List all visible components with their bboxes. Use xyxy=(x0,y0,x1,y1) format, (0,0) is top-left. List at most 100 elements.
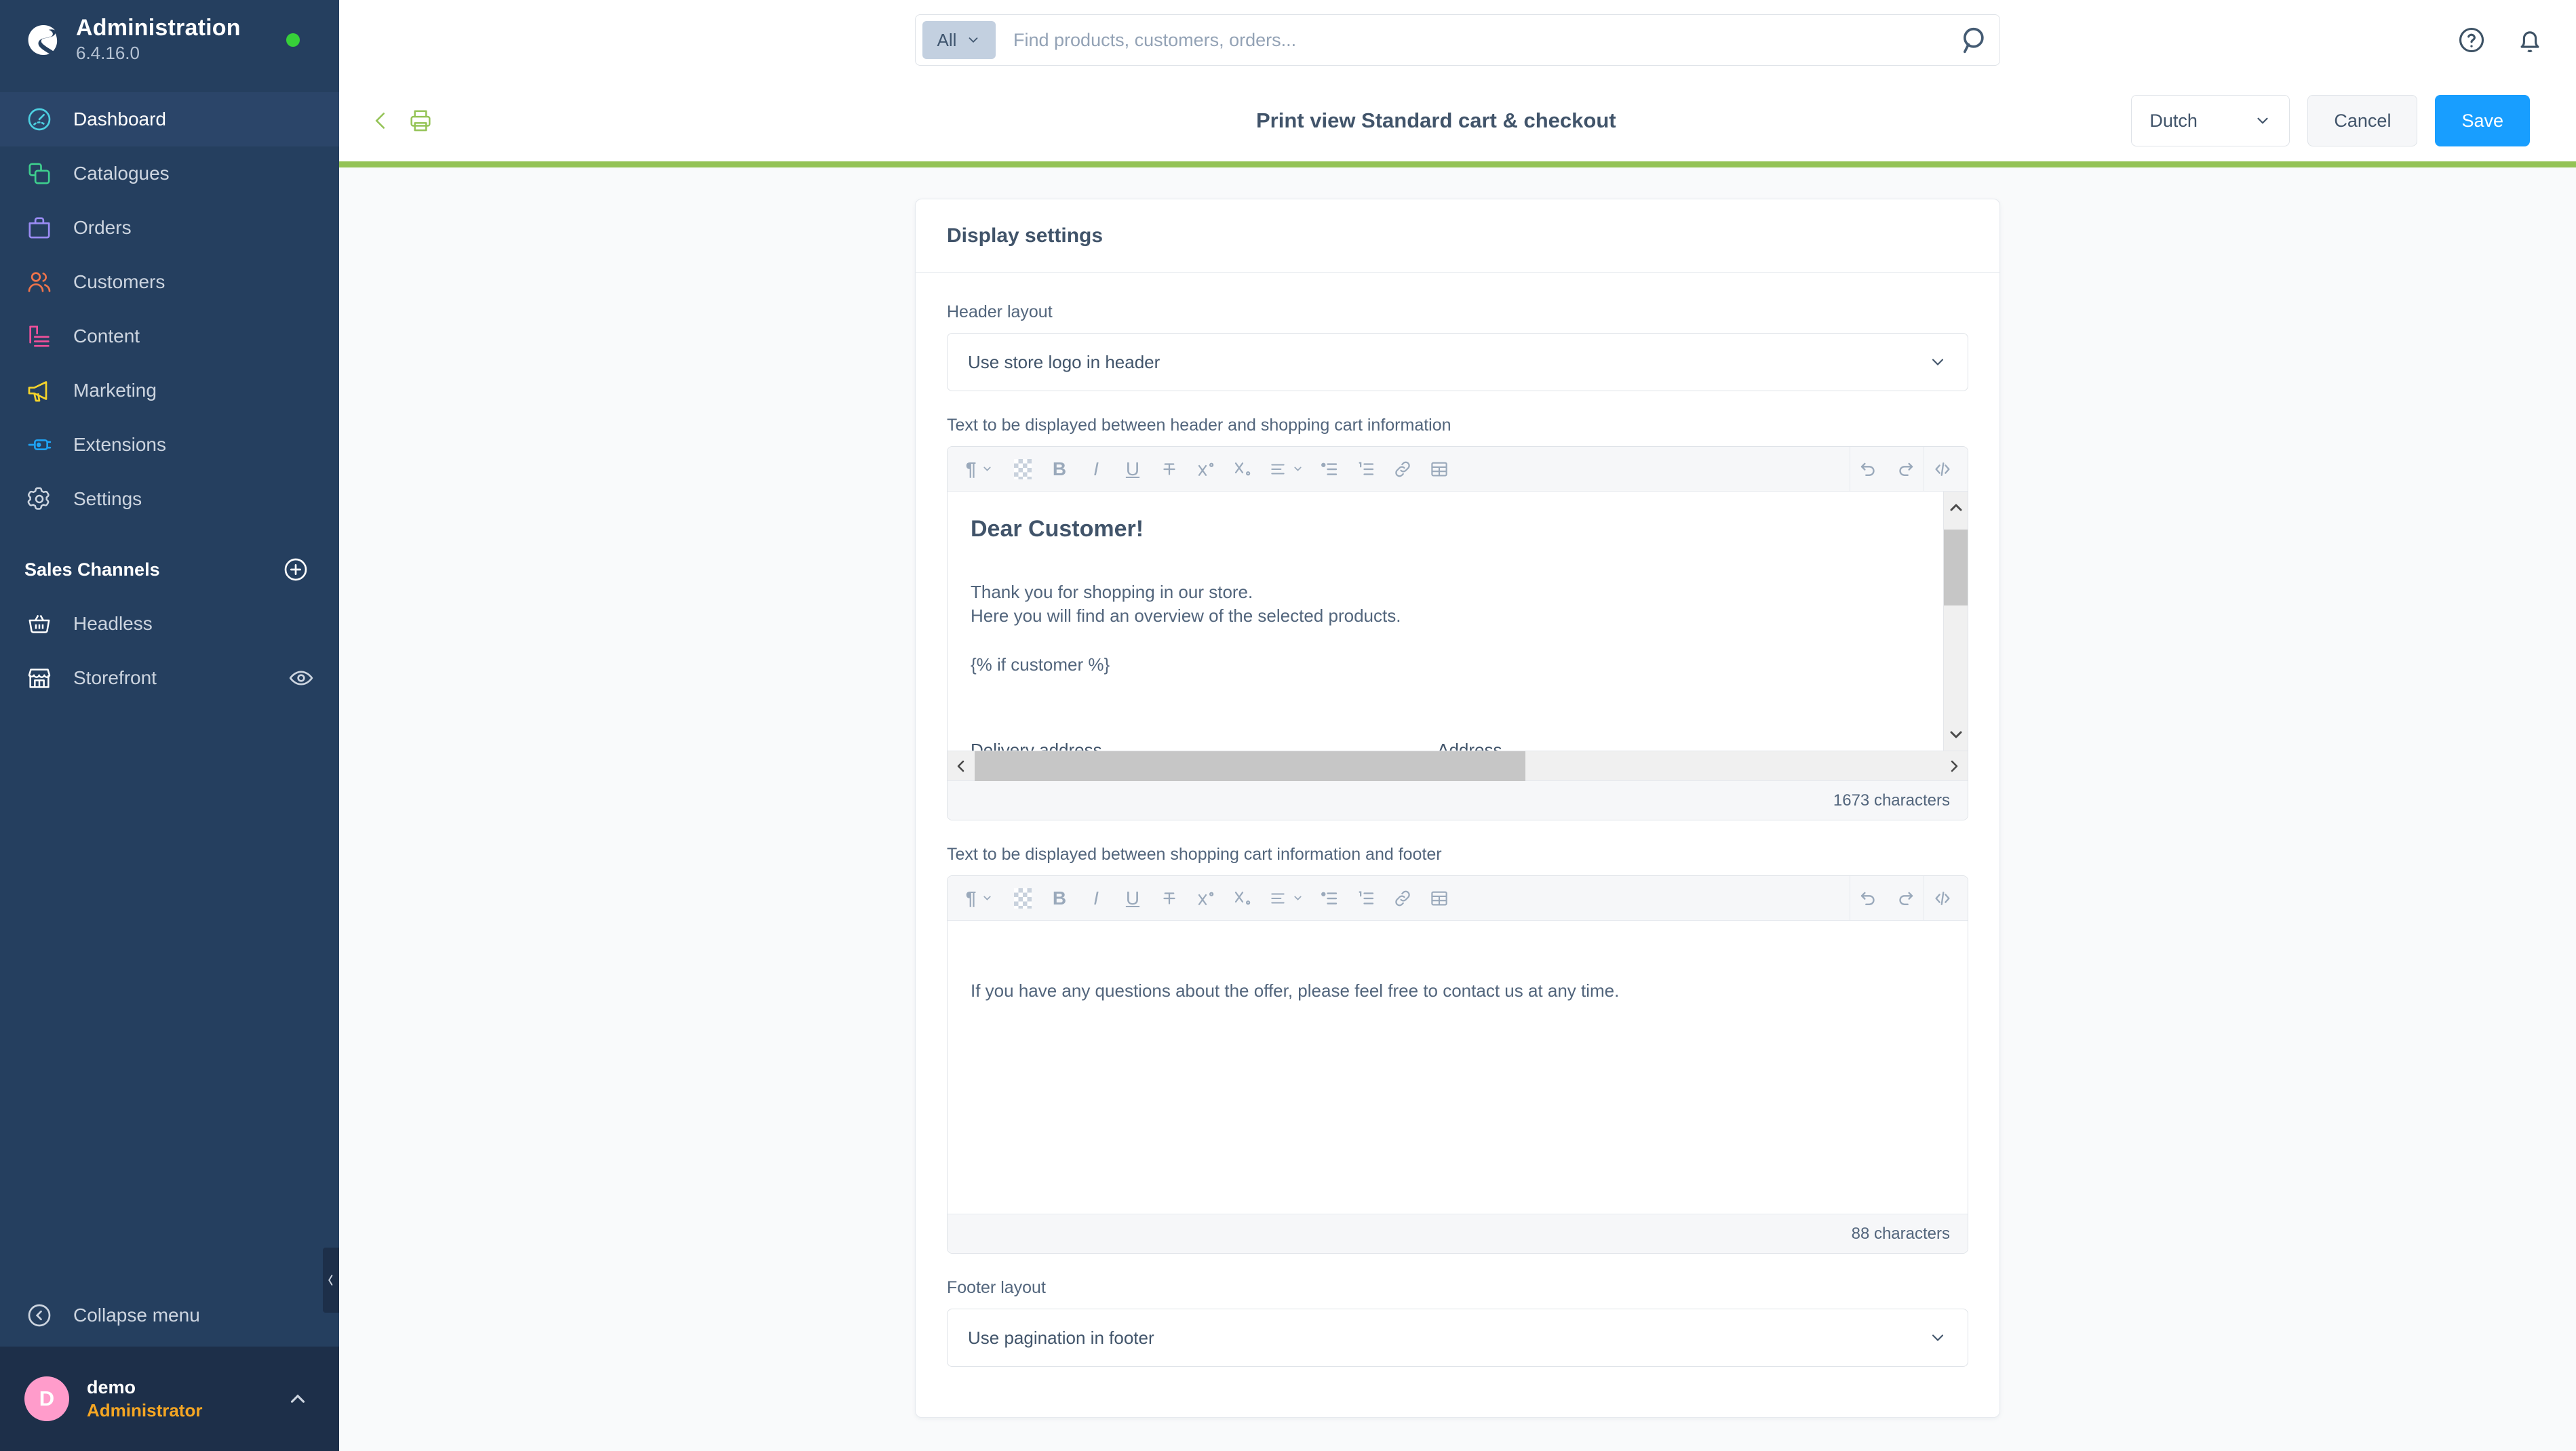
scroll-left-icon[interactable] xyxy=(948,751,975,781)
chevron-down-icon xyxy=(1932,359,1944,365)
search-scope-selector[interactable]: All xyxy=(922,21,996,59)
bold-icon[interactable]: B xyxy=(1041,451,1078,488)
undo-icon[interactable] xyxy=(1850,451,1887,488)
cancel-button[interactable]: Cancel xyxy=(2307,95,2418,146)
align-icon[interactable] xyxy=(1261,880,1311,917)
scroll-thumb[interactable] xyxy=(975,751,1525,781)
editor-clipped-left: Delivery address xyxy=(971,740,1102,751)
sidebar-item-marketing[interactable]: Marketing xyxy=(0,363,339,418)
sidebar-item-dashboard[interactable]: Dashboard xyxy=(0,92,339,146)
editor-top-area[interactable]: Dear Customer! Thank you for shopping in… xyxy=(948,492,1968,751)
code-view-icon[interactable] xyxy=(1924,880,1961,917)
global-search[interactable]: All xyxy=(915,14,2000,66)
editor-top-content[interactable]: Dear Customer! Thank you for shopping in… xyxy=(948,492,1968,751)
bullet-list-icon[interactable] xyxy=(1311,880,1348,917)
paragraph-format-icon[interactable]: ¶ xyxy=(954,880,1004,917)
undo-icon[interactable] xyxy=(1850,880,1887,917)
search-icon[interactable] xyxy=(1957,22,1993,58)
scroll-down-icon[interactable] xyxy=(1944,718,1968,751)
subscript-icon[interactable] xyxy=(1224,880,1261,917)
strikethrough-icon[interactable] xyxy=(1151,451,1188,488)
strikethrough-icon[interactable] xyxy=(1151,880,1188,917)
sidebar-item-label: Dashboard xyxy=(73,108,166,130)
underline-icon[interactable]: U xyxy=(1114,880,1151,917)
toolbar-format-group: ¶ B I U xyxy=(954,880,1458,917)
editor-clipped-row: Delivery address Address xyxy=(971,740,1927,751)
italic-icon[interactable]: I xyxy=(1078,880,1114,917)
link-icon[interactable] xyxy=(1384,880,1421,917)
redo-icon[interactable] xyxy=(1887,451,1924,488)
extensions-icon xyxy=(24,430,54,460)
italic-icon[interactable]: I xyxy=(1078,451,1114,488)
paragraph-format-icon[interactable]: ¶ xyxy=(954,451,1004,488)
sidebar: Administration 6.4.16.0 Dashboard Catalo… xyxy=(0,0,339,1451)
topbar-actions xyxy=(2457,0,2545,80)
scroll-track[interactable] xyxy=(1943,524,1968,718)
user-menu[interactable]: D demo Administrator xyxy=(0,1347,339,1451)
collapse-menu-button[interactable]: Collapse menu xyxy=(0,1284,339,1347)
language-value: Dutch xyxy=(2149,110,2198,131)
printer-icon[interactable] xyxy=(407,107,434,134)
chevron-up-icon[interactable] xyxy=(286,1387,309,1410)
language-select[interactable]: Dutch xyxy=(2131,95,2290,146)
align-icon[interactable] xyxy=(1261,451,1311,488)
chevron-left-icon[interactable] xyxy=(369,108,393,133)
scroll-right-icon[interactable] xyxy=(1940,751,1968,781)
scroll-up-icon[interactable] xyxy=(1944,492,1968,524)
sidebar-nav: Dashboard Catalogues Orders Customers Co… xyxy=(0,80,339,1284)
status-dot xyxy=(286,33,300,47)
app-root: Administration 6.4.16.0 Dashboard Catalo… xyxy=(0,0,2576,1451)
editor-line: If you have any questions about the offe… xyxy=(971,980,1620,1001)
ordered-list-icon[interactable] xyxy=(1348,880,1384,917)
link-icon[interactable] xyxy=(1384,451,1421,488)
superscript-icon[interactable] xyxy=(1188,451,1224,488)
table-icon[interactable] xyxy=(1421,880,1458,917)
bold-icon[interactable]: B xyxy=(1041,880,1078,917)
sidebar-item-headless[interactable]: Headless xyxy=(0,597,339,651)
rich-text-editor-top: ¶ B I U Dear Customer! Thank you for sho… xyxy=(947,446,1968,820)
footer-layout-select[interactable]: Use pagination in footer xyxy=(947,1309,1968,1367)
sidebar-brand-version: 6.4.16.0 xyxy=(76,43,140,64)
shopware-logo-icon xyxy=(24,22,61,58)
subscript-icon[interactable] xyxy=(1224,451,1261,488)
editor-bottom-field: Text to be displayed between shopping ca… xyxy=(947,845,1968,1254)
sidebar-item-extensions[interactable]: Extensions xyxy=(0,418,339,472)
save-button[interactable]: Save xyxy=(2435,95,2530,146)
ordered-list-icon[interactable] xyxy=(1348,451,1384,488)
dashboard-icon xyxy=(24,104,54,134)
sidebar-item-label: Content xyxy=(73,325,140,346)
table-icon[interactable] xyxy=(1421,451,1458,488)
sidebar-item-storefront[interactable]: Storefront xyxy=(0,651,339,705)
footer-layout-field: Footer layout Use pagination in footer xyxy=(947,1278,1968,1367)
sidebar-item-orders[interactable]: Orders xyxy=(0,201,339,255)
toolbar-format-group: ¶ B I U xyxy=(954,451,1458,488)
bell-icon[interactable] xyxy=(2515,25,2545,55)
collapse-left-icon xyxy=(24,1300,54,1330)
redo-icon[interactable] xyxy=(1887,880,1924,917)
plus-circle-icon[interactable] xyxy=(282,556,309,583)
header-layout-select[interactable]: Use store logo in header xyxy=(947,333,1968,391)
superscript-icon[interactable] xyxy=(1188,880,1224,917)
search-input[interactable] xyxy=(996,29,1957,51)
code-view-icon[interactable] xyxy=(1924,451,1961,488)
sidebar-item-customers[interactable]: Customers xyxy=(0,255,339,309)
sidebar-item-settings[interactable]: Settings xyxy=(0,472,339,526)
sidebar-brand[interactable]: Administration 6.4.16.0 xyxy=(0,0,339,80)
sidebar-item-content[interactable]: Content xyxy=(0,309,339,363)
content-region: Display settings Header layout Use store… xyxy=(339,167,2576,1451)
underline-icon[interactable]: U xyxy=(1114,451,1151,488)
help-circle-icon[interactable] xyxy=(2457,25,2486,55)
text-color-icon[interactable] xyxy=(1004,451,1041,488)
text-color-icon[interactable] xyxy=(1004,880,1041,917)
bullet-list-icon[interactable] xyxy=(1311,451,1348,488)
scroll-thumb[interactable] xyxy=(1943,530,1968,605)
editor-bottom-content[interactable]: If you have any questions about the offe… xyxy=(948,921,1968,1214)
sidebar-item-catalogues[interactable]: Catalogues xyxy=(0,146,339,201)
sidebar-resize-handle[interactable] xyxy=(323,1248,339,1313)
editor-vertical-scrollbar[interactable] xyxy=(1943,492,1968,751)
eye-icon[interactable] xyxy=(288,664,315,692)
editor-clipped-right: Address xyxy=(1437,740,1502,751)
editor-bottom-area[interactable]: If you have any questions about the offe… xyxy=(948,921,1968,1214)
editor-horizontal-scrollbar[interactable] xyxy=(948,751,1968,781)
scroll-track[interactable] xyxy=(975,751,1940,781)
